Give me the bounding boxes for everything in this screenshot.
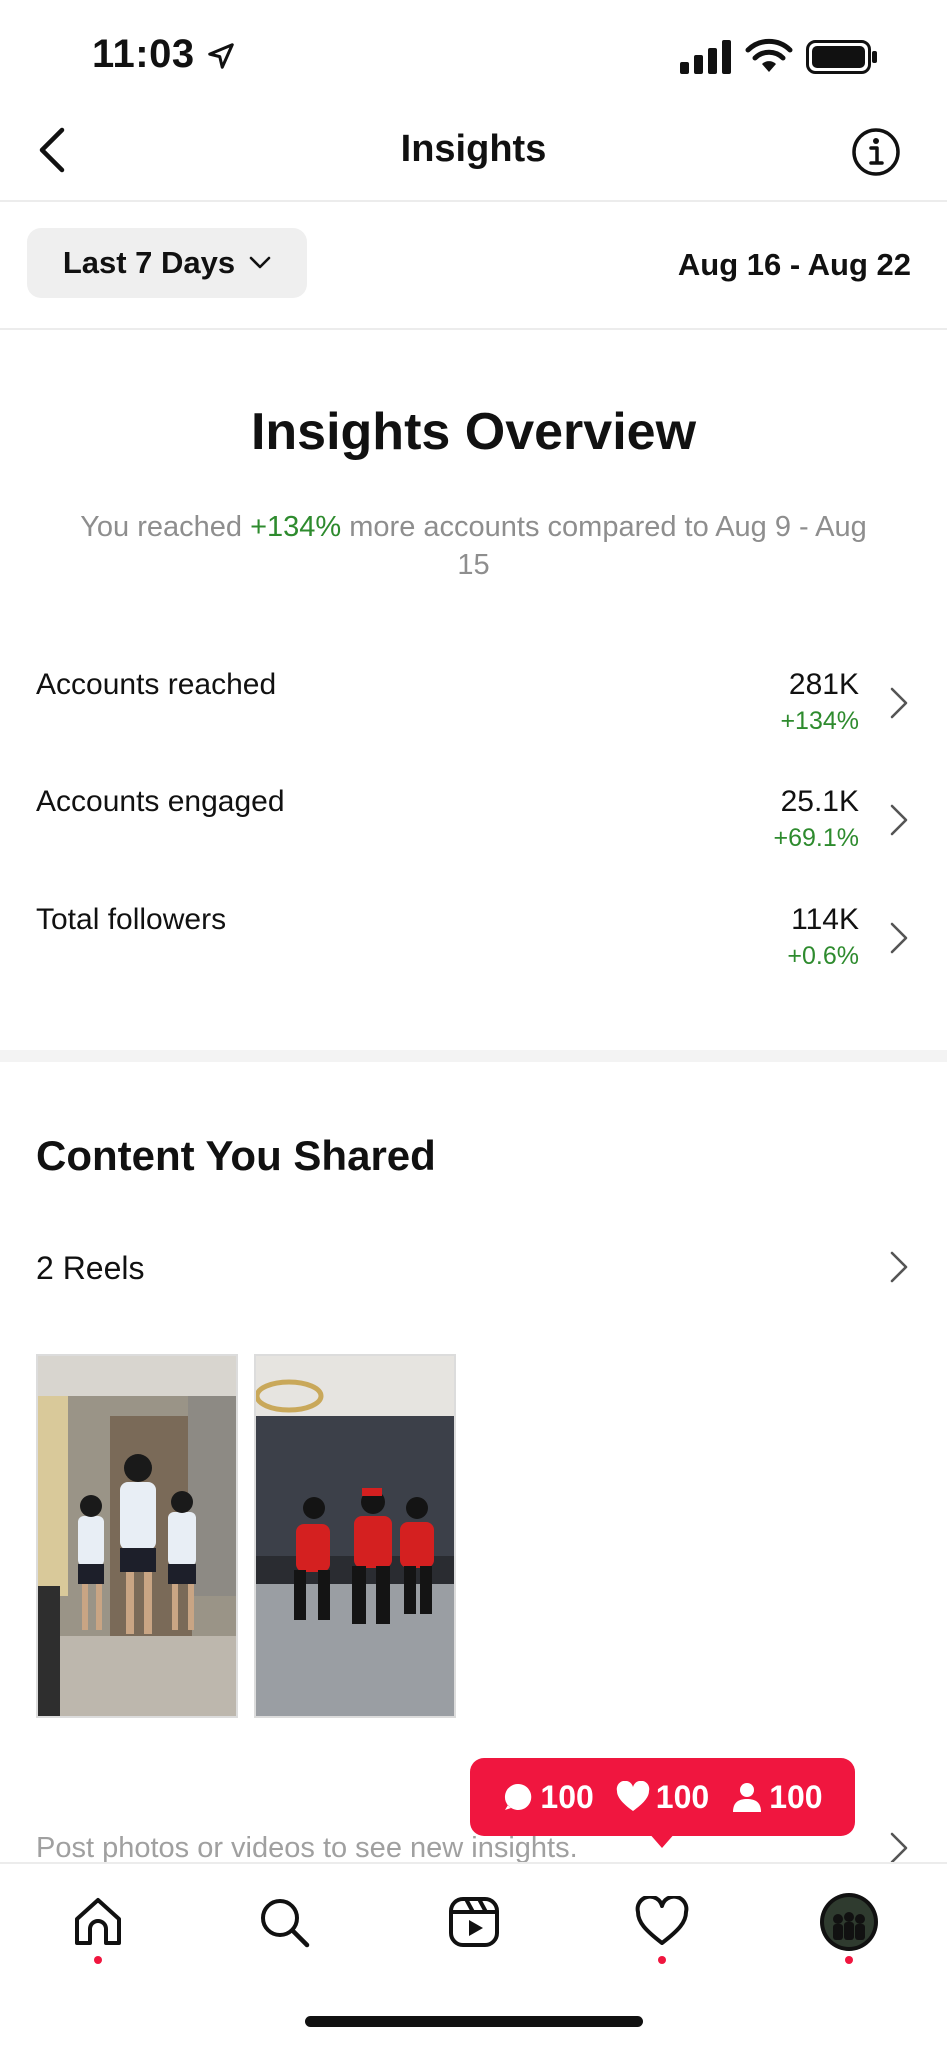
filter-divider	[0, 328, 947, 330]
chevron-right-icon	[890, 804, 908, 836]
status-time-text: 11:03	[92, 32, 195, 76]
overview-subtitle-suffix: more accounts compared to Aug 9 - Aug 15	[341, 511, 867, 581]
metric-label: Total followers	[36, 903, 227, 936]
metric-value: 25.1K	[780, 785, 859, 818]
heart-filled-icon	[616, 1781, 650, 1811]
date-range-dropdown-label: Last 7 Days	[62, 245, 236, 280]
metric-label: Accounts reached	[36, 668, 277, 701]
metric-delta: +69.1%	[773, 824, 860, 852]
location-arrow-icon	[208, 43, 234, 70]
home-indicator	[305, 2016, 643, 2027]
activity-notification-badge[interactable]: 100 100 100	[470, 1758, 855, 1836]
status-time: 11:03	[92, 32, 236, 77]
tab-activity-indicator-dot	[658, 1956, 666, 1964]
badge-followers-count: 100	[769, 1778, 823, 1815]
tab-search[interactable]	[252, 1890, 316, 1954]
chevron-right-icon[interactable]	[889, 1250, 909, 1284]
tab-profile-indicator-dot	[845, 1956, 853, 1964]
badge-pointer	[648, 1832, 676, 1848]
tab-home-indicator-dot	[94, 1956, 102, 1964]
reels-count-row[interactable]: 2 Reels	[36, 1250, 145, 1287]
post-hint-text: Post photos or videos to see new insight…	[36, 1832, 578, 1864]
chevron-right-icon	[890, 687, 908, 719]
metric-label: Accounts engaged	[36, 785, 285, 818]
search-icon	[261, 1899, 310, 1948]
tab-reels[interactable]	[442, 1890, 506, 1954]
metric-delta: +0.6%	[787, 942, 859, 970]
badge-likes-count: 100	[655, 1778, 710, 1815]
reel-thumbnail-1-image	[38, 1356, 236, 1716]
cellular-signal-icon	[680, 40, 731, 74]
tab-activity[interactable]	[630, 1890, 694, 1954]
chevron-right-icon	[890, 922, 908, 954]
profile-avatar	[820, 1893, 878, 1951]
page-title: Insights	[400, 128, 547, 170]
badge-comments: 100	[502, 1778, 594, 1816]
chevron-down-icon	[249, 256, 271, 269]
metric-value: 281K	[788, 668, 859, 701]
tab-home[interactable]	[66, 1890, 130, 1954]
date-range-text: Aug 16 - Aug 22	[677, 247, 911, 282]
reels-icon	[449, 1897, 499, 1947]
metric-value: 114K	[791, 903, 859, 936]
metric-delta: +134%	[780, 707, 859, 735]
badge-comments-count: 100	[540, 1778, 594, 1815]
chevron-right-icon[interactable]	[889, 1831, 909, 1865]
overview-title: Insights Overview	[250, 403, 697, 461]
reel-thumbnail-1[interactable]	[36, 1354, 238, 1718]
overview-subtitle-prefix: You reached	[80, 511, 251, 543]
badge-likes: 100	[616, 1779, 709, 1816]
reel-thumbnail-2[interactable]	[254, 1354, 456, 1718]
wifi-icon	[745, 38, 793, 72]
header-divider	[0, 200, 947, 202]
info-icon[interactable]	[851, 127, 901, 177]
reel-thumbnail-2-image	[256, 1356, 454, 1716]
section-separator	[0, 1050, 947, 1062]
overview-subtitle: You reached +134% more accounts compared…	[80, 508, 867, 584]
tab-profile[interactable]	[817, 1890, 881, 1954]
battery-icon	[806, 40, 877, 74]
content-section-title: Content You Shared	[36, 1132, 436, 1179]
overview-subtitle-highlight: +134%	[250, 511, 342, 543]
heart-icon	[635, 1896, 689, 1945]
person-icon	[733, 1783, 762, 1812]
comment-icon	[505, 1783, 532, 1810]
date-range-dropdown[interactable]: Last 7 Days	[27, 228, 307, 298]
home-icon	[75, 1898, 121, 1945]
badge-followers: 100	[731, 1778, 823, 1816]
